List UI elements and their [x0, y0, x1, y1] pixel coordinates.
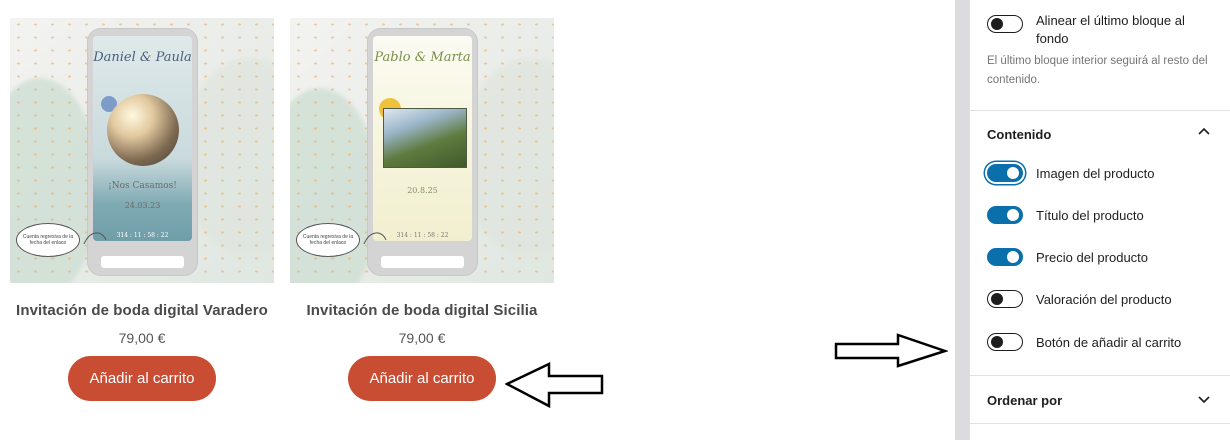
sidebar-scrollbar[interactable] — [955, 0, 969, 440]
add-to-cart-toggle[interactable] — [987, 333, 1023, 351]
toggle-label: Precio del producto — [1036, 249, 1149, 265]
add-to-cart-button[interactable]: Añadir al carrito — [348, 356, 496, 401]
curly-arrow-icon — [83, 232, 107, 245]
layout-section: Alinear el último bloque al fondo El últ… — [970, 0, 1230, 111]
toggle-label: Valoración del producto — [1036, 291, 1172, 307]
couple-photo — [107, 94, 179, 166]
add-to-cart-button[interactable]: Añadir al carrito — [68, 356, 216, 401]
speech-bubble: Cuenta regresiva de la fecha del enlace — [296, 223, 360, 257]
content-section: Contenido Imagen del producto Título del… — [970, 110, 1230, 376]
toggle-product-image: Imagen del producto — [987, 164, 1155, 182]
order-section: Ordenar por — [970, 375, 1230, 424]
product-image-toggle[interactable] — [987, 164, 1023, 182]
headline-text: ¡Nos Casamos! — [108, 181, 177, 191]
couple-names: Daniel & Paula — [93, 50, 192, 65]
toggle-product-price: Precio del producto — [987, 248, 1148, 266]
toggle-label: Imagen del producto — [1036, 165, 1155, 181]
arrow-right-outline-icon — [834, 333, 948, 368]
product-title-toggle[interactable] — [987, 206, 1023, 224]
toggle-knob — [1007, 167, 1019, 179]
product-price: 79,00 € — [118, 330, 166, 346]
toggle-label: Botón de añadir al carrito — [1036, 334, 1182, 350]
toggle-product-title: Título del producto — [987, 206, 1144, 224]
block-settings-sidebar: Alinear el último bloque al fondo El últ… — [969, 0, 1230, 440]
chevron-down-icon[interactable] — [1197, 395, 1211, 405]
align-last-block-help: El último bloque interior seguirá al res… — [987, 55, 1208, 86]
phone-screen: Pablo & Marta 20.8.25 314 : 11 : 58 : 22 — [373, 36, 472, 241]
phone-home-bar — [381, 256, 464, 268]
order-section-title[interactable]: Ordenar por — [987, 393, 1062, 408]
toggle-add-to-cart-button: Botón de añadir al carrito — [987, 333, 1181, 351]
align-last-block-setting: Alinear el último bloque al fondo — [987, 12, 1216, 48]
toggle-product-rating: Valoración del producto — [987, 290, 1172, 308]
toggle-knob — [991, 293, 1003, 305]
chevron-up-icon[interactable] — [1197, 126, 1211, 136]
align-last-block-label: Alinear el último bloque al fondo — [1036, 13, 1185, 46]
speech-bubble: Cuenta regresiva de la fecha del enlace — [16, 223, 80, 257]
product-title[interactable]: Invitación de boda digital Sicilia — [290, 302, 554, 319]
content-section-title[interactable]: Contenido — [987, 127, 1051, 142]
toggle-knob — [1007, 209, 1019, 221]
wedding-date: 24.03.23 — [124, 201, 161, 210]
product-rating-toggle[interactable] — [987, 290, 1023, 308]
product-image[interactable]: Pablo & Marta 20.8.25 314 : 11 : 58 : 22… — [290, 18, 554, 283]
phone-home-bar — [101, 256, 184, 268]
align-last-block-toggle[interactable] — [987, 15, 1023, 33]
product-price: 79,00 € — [398, 330, 446, 346]
toggle-knob — [991, 18, 1003, 30]
toggle-knob — [991, 336, 1003, 348]
product-image[interactable]: Daniel & Paula ¡Nos Casamos! 24.03.23 31… — [10, 18, 274, 283]
toggle-label: Título del producto — [1036, 207, 1144, 223]
couple-names: Pablo & Marta — [374, 50, 471, 65]
product-title[interactable]: Invitación de boda digital Varadero — [10, 302, 274, 319]
couple-photo — [383, 108, 467, 168]
toggle-knob — [1007, 251, 1019, 263]
curly-arrow-icon — [363, 232, 387, 245]
arrow-left-outline-icon — [505, 362, 604, 409]
bubble-text: Cuenta regresiva de la fecha del enlace — [302, 234, 354, 246]
product-card: Daniel & Paula ¡Nos Casamos! 24.03.23 31… — [10, 18, 274, 401]
wedding-date: 20.8.25 — [407, 186, 438, 195]
product-price-toggle[interactable] — [987, 248, 1023, 266]
product-card: Pablo & Marta 20.8.25 314 : 11 : 58 : 22… — [290, 18, 554, 401]
phone-screen: Daniel & Paula ¡Nos Casamos! 24.03.23 31… — [93, 36, 192, 241]
bubble-text: Cuenta regresiva de la fecha del enlace — [22, 234, 74, 246]
